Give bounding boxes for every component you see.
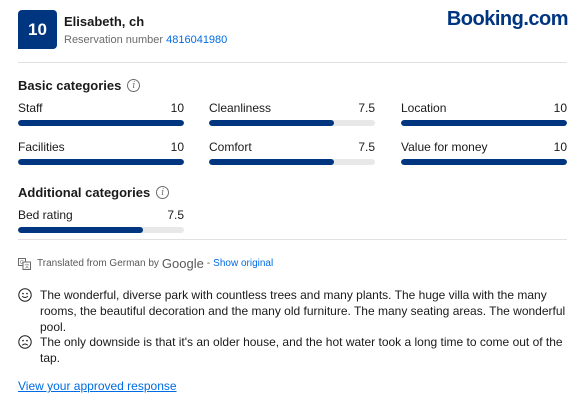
score-badge: 10 (18, 10, 57, 49)
score-bar-fill (18, 159, 184, 165)
category-label: Bed rating (18, 208, 73, 222)
category-facilities: Facilities 10 (18, 140, 184, 166)
translate-icon: G 文 (18, 257, 31, 270)
positive-review-text: The wonderful, diverse park with countle… (40, 288, 566, 334)
category-label: Cleanliness (209, 101, 272, 115)
score-bar-fill (401, 120, 567, 126)
svg-text:文: 文 (25, 263, 30, 270)
view-approved-response-link[interactable]: View your approved response (18, 379, 177, 393)
review-header: 10 Elisabeth, ch Reservation number 4816… (18, 8, 569, 50)
additional-categories-title: Additional categories i (18, 185, 170, 200)
score-bar-fill (401, 159, 567, 165)
score-bar-fill (18, 227, 143, 233)
category-comfort: Comfort 7.5 (209, 140, 375, 166)
category-label: Value for money (401, 140, 488, 154)
score-bar-fill (18, 120, 184, 126)
category-label: Location (401, 101, 447, 115)
smiley-face-icon (18, 288, 32, 302)
reservation-info: Reservation number 4816041980 (64, 34, 227, 46)
info-icon[interactable]: i (156, 186, 170, 199)
category-score: 7.5 (358, 140, 375, 154)
category-value-for-money: Value for money 10 (401, 140, 567, 166)
category-label: Staff (18, 101, 43, 115)
show-original-link[interactable]: Show original (213, 258, 273, 269)
category-location: Location 10 (401, 101, 567, 127)
category-score: 10 (170, 101, 184, 115)
svg-text:G: G (20, 260, 24, 266)
google-wordmark: Google (161, 256, 204, 271)
category-label: Comfort (209, 140, 252, 154)
reservation-number[interactable]: 4816041980 (166, 34, 227, 46)
booking-logo: Booking.com (446, 8, 569, 30)
reservation-label: Reservation number (64, 34, 167, 46)
reviewer-name: Elisabeth, ch (64, 14, 145, 29)
basic-categories-title: Basic categories i (18, 78, 141, 93)
category-label: Facilities (18, 140, 65, 154)
category-staff: Staff 10 (18, 101, 184, 127)
section-divider (18, 239, 567, 240)
positive-review: The wonderful, diverse park with countle… (18, 287, 567, 335)
score-bar-fill (209, 159, 334, 165)
score-bar (18, 227, 184, 233)
category-score: 7.5 (358, 101, 375, 115)
score-bar (209, 120, 375, 126)
score-bar (401, 120, 567, 126)
negative-review-text: The only downside is that it's an older … (40, 335, 563, 365)
category-score: 10 (170, 140, 184, 154)
translation-prefix: Translated from German by (37, 258, 159, 269)
translation-separator: - (206, 258, 211, 269)
header-divider (18, 62, 567, 63)
category-score: 10 (553, 101, 567, 115)
translation-notice: G 文 Translated from German by Google - S… (18, 256, 273, 271)
category-score: 10 (553, 140, 567, 154)
negative-review: The only downside is that it's an older … (18, 334, 567, 366)
score-bar-fill (209, 120, 334, 126)
score-bar (18, 159, 184, 165)
score-bar (209, 159, 375, 165)
category-bed-rating: Bed rating 7.5 (18, 208, 184, 234)
score-bar (18, 120, 184, 126)
category-score: 7.5 (167, 208, 184, 222)
category-cleanliness: Cleanliness 7.5 (209, 101, 375, 127)
sad-face-icon (18, 335, 32, 349)
info-icon[interactable]: i (127, 79, 141, 92)
score-bar (401, 159, 567, 165)
